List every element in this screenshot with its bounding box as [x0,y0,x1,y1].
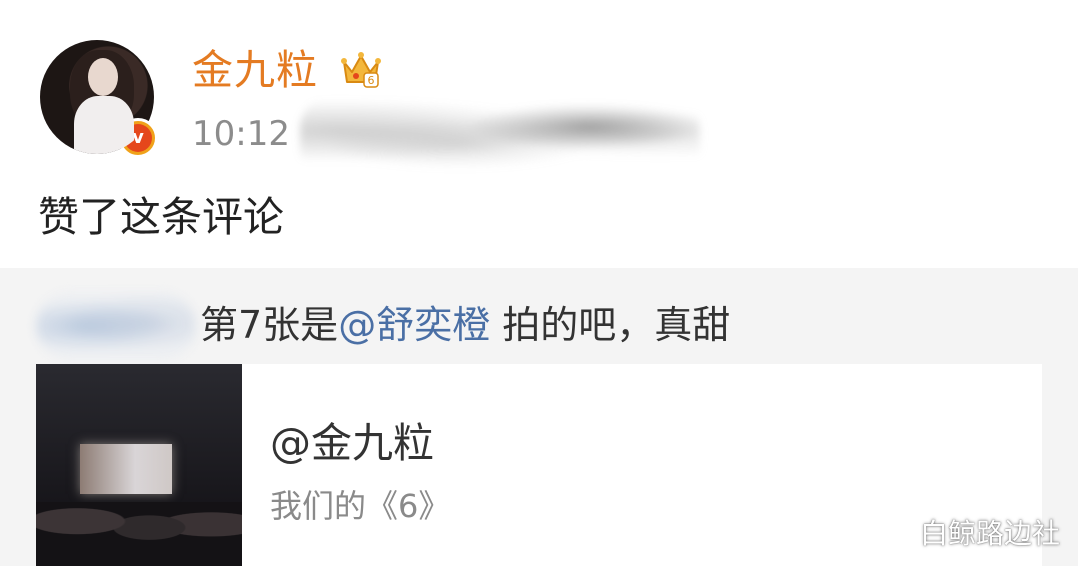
card-subtitle: 我们的《6》 [270,487,451,525]
post-header: v 金九粒 6 10:12 赞了这条评论 [0,0,1078,268]
blurred-commenter-name [36,292,196,360]
comment-text-part: 第7张是 [200,303,339,347]
linked-post-card[interactable]: @金九粒 我们的《6》 [36,364,1042,566]
username[interactable]: 金九粒 [192,44,318,96]
liked-action-text: 赞了这条评论 [38,193,284,241]
card-title: @金九粒 [270,419,434,467]
watermark: 白鲸路边社 [919,517,1060,550]
comment-area[interactable]: 第7张是@舒奕橙 拍的吧，真甜 @金九粒 我们的《6》 [0,268,1078,566]
crown-member-badge-icon[interactable]: 6 [338,46,384,92]
comment-text: 第7张是@舒奕橙 拍的吧，真甜 [200,300,730,350]
post-time: 10:12 [192,114,290,154]
comment-text-part: 拍的吧，真甜 [490,303,731,347]
card-thumbnail-image [36,364,242,566]
mention-link[interactable]: @舒奕橙 [338,303,490,347]
svg-text:6: 6 [368,74,375,87]
blurred-source-info [300,98,700,180]
